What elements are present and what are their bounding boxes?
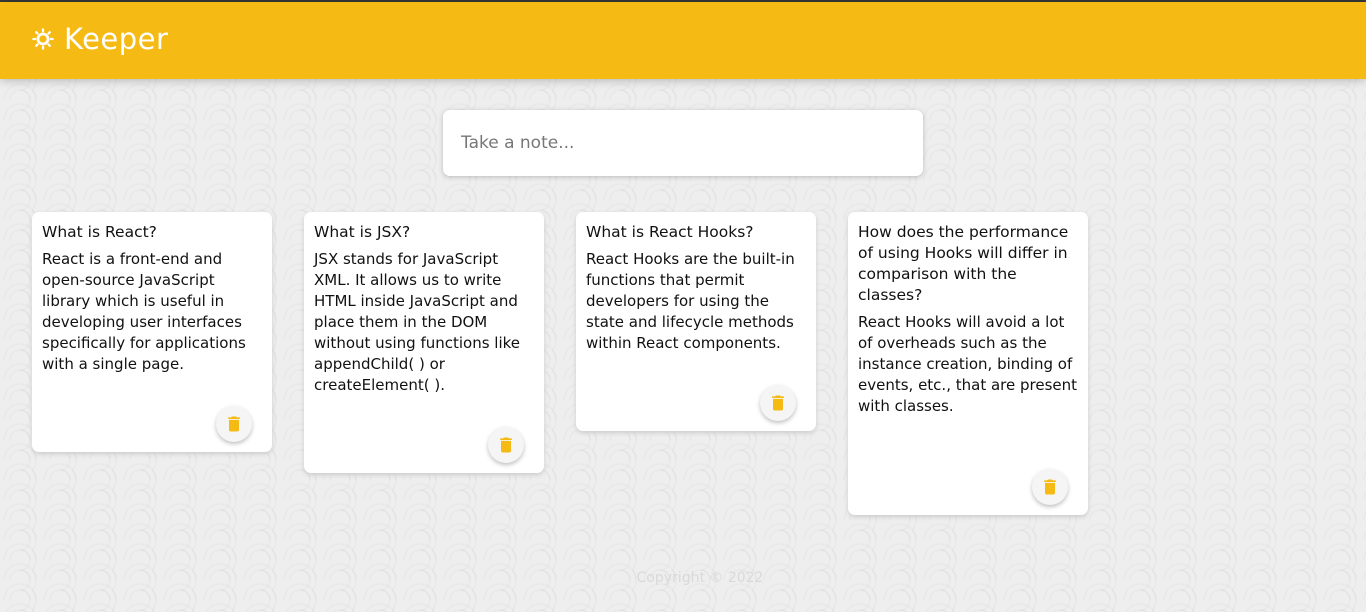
trash-icon xyxy=(500,437,512,453)
note-card: What is React? React is a front-end and … xyxy=(32,212,272,452)
note-card: What is React Hooks? React Hooks are the… xyxy=(576,212,816,431)
note-title: What is React Hooks? xyxy=(586,223,754,241)
delete-note-button[interactable] xyxy=(1032,469,1068,505)
create-note-area[interactable] xyxy=(443,110,923,176)
footer-copyright: Copyright © 2022 xyxy=(636,570,764,586)
note-content: JSX stands for JavaScript XML. It allows… xyxy=(314,250,521,394)
trash-icon xyxy=(228,416,240,432)
trash-icon xyxy=(1044,479,1056,495)
note-content: React Hooks will avoid a lot of overhead… xyxy=(858,313,1078,415)
note-input[interactable] xyxy=(461,133,905,153)
delete-note-button[interactable] xyxy=(216,406,252,442)
note-title: How does the performance of using Hooks … xyxy=(858,223,1069,304)
note-content: React Hooks are the built-in functions t… xyxy=(586,250,795,352)
note-content: React is a front-end and open-source Jav… xyxy=(42,250,246,373)
note-title: What is React? xyxy=(42,223,157,241)
lightbulb-icon xyxy=(32,27,54,50)
delete-note-button[interactable] xyxy=(760,385,796,421)
note-card: What is JSX? JSX stands for JavaScript X… xyxy=(304,212,544,473)
app-title: Keeper xyxy=(64,21,169,56)
app-header: Keeper xyxy=(0,2,1366,79)
trash-icon xyxy=(772,395,784,411)
delete-note-button[interactable] xyxy=(488,427,524,463)
note-title: What is JSX? xyxy=(314,223,411,241)
note-card: How does the performance of using Hooks … xyxy=(848,212,1088,515)
